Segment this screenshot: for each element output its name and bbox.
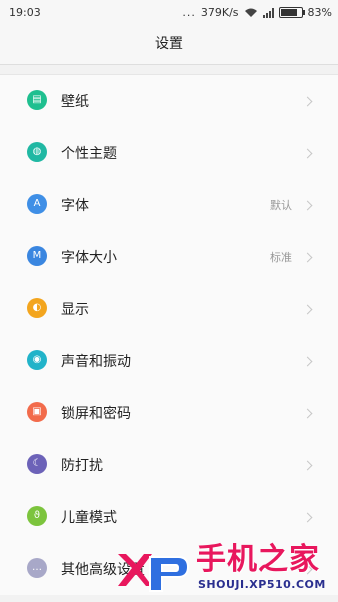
settings-row[interactable]: ϑ 儿童模式	[0, 491, 338, 543]
chevron-right-icon	[302, 356, 313, 366]
chevron-right-icon	[302, 512, 313, 522]
status-icons: ... 379K/s 83%	[182, 6, 332, 19]
wallpaper-icon: ▤	[27, 90, 47, 110]
settings-row-label: 防打扰	[61, 458, 103, 474]
moon-icon: ☾	[27, 454, 47, 474]
chevron-right-icon	[302, 408, 313, 418]
watermark-p-logo	[149, 556, 190, 592]
wifi-icon	[244, 8, 257, 17]
settings-row[interactable]: ☾ 防打扰	[0, 439, 338, 491]
chevron-right-icon	[302, 304, 313, 314]
settings-row-label: 锁屏和密码	[61, 406, 131, 422]
settings-row[interactable]: M 字体大小 标准	[0, 231, 338, 283]
settings-row-label: 儿童模式	[61, 510, 117, 526]
lock-icon: ▣	[27, 402, 47, 422]
settings-row[interactable]: A 字体 默认	[0, 179, 338, 231]
settings-row-label: 声音和振动	[61, 354, 131, 370]
status-bar: 19:03 ... 379K/s 83%	[0, 0, 338, 26]
settings-row-label: 字体大小	[61, 250, 117, 266]
watermark-url: SHOUJI.XP510.COM	[198, 578, 326, 591]
settings-row-value: 默认	[270, 199, 292, 212]
display-icon: ◐	[27, 298, 47, 318]
settings-row[interactable]: ▤ 壁纸	[0, 75, 338, 127]
chevron-right-icon	[302, 96, 313, 106]
chevron-right-icon	[302, 148, 313, 158]
more-icon: …	[27, 558, 47, 578]
settings-row-value: 标准	[270, 251, 292, 264]
watermark-title: 手机之家	[196, 542, 320, 577]
font-icon: A	[27, 194, 47, 214]
settings-list: ▤ 壁纸 ◍ 个性主题 A 字体 默认 M 字体大小 标准 ◐ 显示 ◉ 声音和振动 ▣ 锁屏和密码 ☾ 防打扰 ϑ…	[0, 74, 338, 595]
battery-percent: 83%	[307, 6, 332, 19]
child-mode-icon: ϑ	[27, 506, 47, 526]
chevron-right-icon	[302, 252, 313, 262]
settings-row-label: 字体	[61, 198, 89, 214]
network-speed: 379K/s	[200, 6, 239, 19]
clock: 19:03	[9, 6, 41, 19]
settings-row-label: 壁纸	[61, 94, 89, 110]
chevron-right-icon	[302, 460, 313, 470]
theme-icon: ◍	[27, 142, 47, 162]
signal-icon	[262, 7, 274, 18]
settings-row-label: 个性主题	[61, 146, 117, 162]
settings-row[interactable]: ◐ 显示	[0, 283, 338, 335]
chevron-right-icon	[302, 200, 313, 210]
sound-icon: ◉	[27, 350, 47, 370]
settings-row[interactable]: ▣ 锁屏和密码	[0, 387, 338, 439]
page-title: 设置	[0, 26, 338, 65]
settings-row-label: 显示	[61, 302, 89, 318]
font-size-icon: M	[27, 246, 47, 266]
settings-row[interactable]: ◉ 声音和振动	[0, 335, 338, 387]
battery-icon	[278, 7, 305, 18]
notification-dots: ...	[182, 6, 196, 19]
settings-row[interactable]: ◍ 个性主题	[0, 127, 338, 179]
